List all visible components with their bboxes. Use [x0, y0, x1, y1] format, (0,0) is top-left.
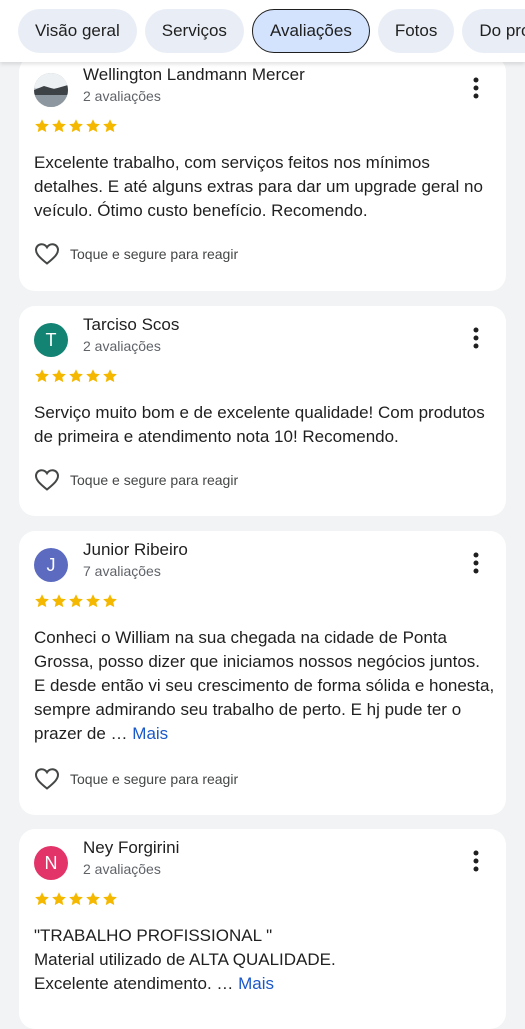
star-icon — [103, 369, 117, 383]
star-icon — [35, 119, 49, 133]
heart-icon — [34, 469, 60, 491]
star-icon — [86, 892, 100, 906]
landscape-photo-icon — [34, 73, 68, 107]
reviewer-name[interactable]: Junior Ribeiro — [83, 540, 188, 560]
star-icon — [103, 119, 117, 133]
more-link[interactable]: Mais — [132, 724, 168, 743]
star-icon — [35, 594, 49, 608]
react-button[interactable]: Toque e segure para reagir — [34, 767, 238, 791]
star-rating — [34, 593, 118, 609]
review-card: T Tarciso Scos 2 avaliações Serviço muit… — [19, 306, 506, 516]
heart-icon — [34, 768, 60, 790]
star-icon — [86, 369, 100, 383]
tab-servicos[interactable]: Serviços — [144, 9, 244, 53]
tab-do-proprietario[interactable]: Do proprietário — [462, 9, 525, 53]
review-text-line: Excelente atendimento. … Mais — [34, 972, 496, 996]
star-icon — [69, 594, 83, 608]
avatar-initial: T — [45, 329, 57, 350]
heart-icon — [34, 243, 60, 265]
avatar-initial: J — [46, 554, 56, 575]
review-text-body: Conheci o William na sua chegada na cida… — [34, 628, 495, 743]
reviewer-review-count: 2 avaliações — [83, 338, 161, 354]
review-text-line-body: Excelente atendimento. … — [34, 974, 234, 993]
tab-avaliacoes[interactable]: Avaliações — [251, 9, 370, 53]
reviewer-review-count: 7 avaliações — [83, 563, 161, 579]
review-card: N Ney Forgirini 2 avaliações "TRABALHO P… — [19, 829, 506, 1029]
star-icon — [52, 892, 66, 906]
react-label: Toque e segure para reagir — [70, 246, 239, 262]
star-icon — [69, 369, 83, 383]
star-icon — [52, 369, 66, 383]
reviewer-avatar[interactable]: T — [34, 323, 68, 357]
star-icon — [69, 892, 83, 906]
reviewer-review-count: 2 avaliações — [83, 88, 161, 104]
star-rating — [34, 368, 118, 384]
star-icon — [52, 594, 66, 608]
tab-visao-geral[interactable]: Visão geral — [18, 9, 137, 53]
reviewer-name[interactable]: Ney Forgirini — [83, 838, 179, 858]
star-icon — [103, 892, 117, 906]
star-icon — [52, 119, 66, 133]
star-icon — [35, 892, 49, 906]
more-options-icon[interactable] — [464, 847, 488, 875]
react-label: Toque e segure para reagir — [70, 472, 239, 488]
star-icon — [86, 594, 100, 608]
reviewer-name[interactable]: Wellington Landmann Mercer — [83, 65, 305, 85]
avatar-initial: N — [44, 852, 58, 873]
star-rating — [34, 118, 118, 134]
reviewer-name[interactable]: Tarciso Scos — [83, 315, 179, 335]
review-text: "TRABALHO PROFISSIONAL " Material utiliz… — [34, 924, 496, 996]
reviewer-avatar[interactable]: J — [34, 548, 68, 582]
react-label: Toque e segure para reagir — [70, 771, 239, 787]
more-options-icon[interactable] — [464, 549, 488, 577]
review-card: Wellington Landmann Mercer 2 avaliações … — [19, 56, 506, 291]
review-text: Excelente trabalho, com serviços feitos … — [34, 153, 483, 220]
reviewer-review-count: 2 avaliações — [83, 861, 161, 877]
more-link[interactable]: Mais — [238, 974, 274, 993]
more-options-icon[interactable] — [464, 74, 488, 102]
star-icon — [35, 369, 49, 383]
react-button[interactable]: Toque e segure para reagir — [34, 242, 238, 266]
tab-fotos[interactable]: Fotos — [377, 9, 455, 53]
react-button[interactable]: Toque e segure para reagir — [34, 468, 238, 492]
review-text: Serviço muito bom e de excelente qualida… — [34, 403, 485, 446]
review-text-line: "TRABALHO PROFISSIONAL " — [34, 926, 273, 945]
reviewer-avatar[interactable]: N — [34, 846, 68, 880]
star-icon — [69, 119, 83, 133]
star-icon — [86, 119, 100, 133]
more-options-icon[interactable] — [464, 324, 488, 352]
star-rating — [34, 891, 118, 907]
review-text-line: Material utilizado de ALTA QUALIDADE. — [34, 950, 336, 969]
review-text: Conheci o William na sua chegada na cida… — [34, 626, 496, 746]
review-card: J Junior Ribeiro 7 avaliações Conheci o … — [19, 531, 506, 815]
star-icon — [103, 594, 117, 608]
section-tabs: Visão geral Serviços Avaliações Fotos Do… — [0, 0, 525, 62]
reviewer-avatar[interactable] — [34, 73, 68, 107]
